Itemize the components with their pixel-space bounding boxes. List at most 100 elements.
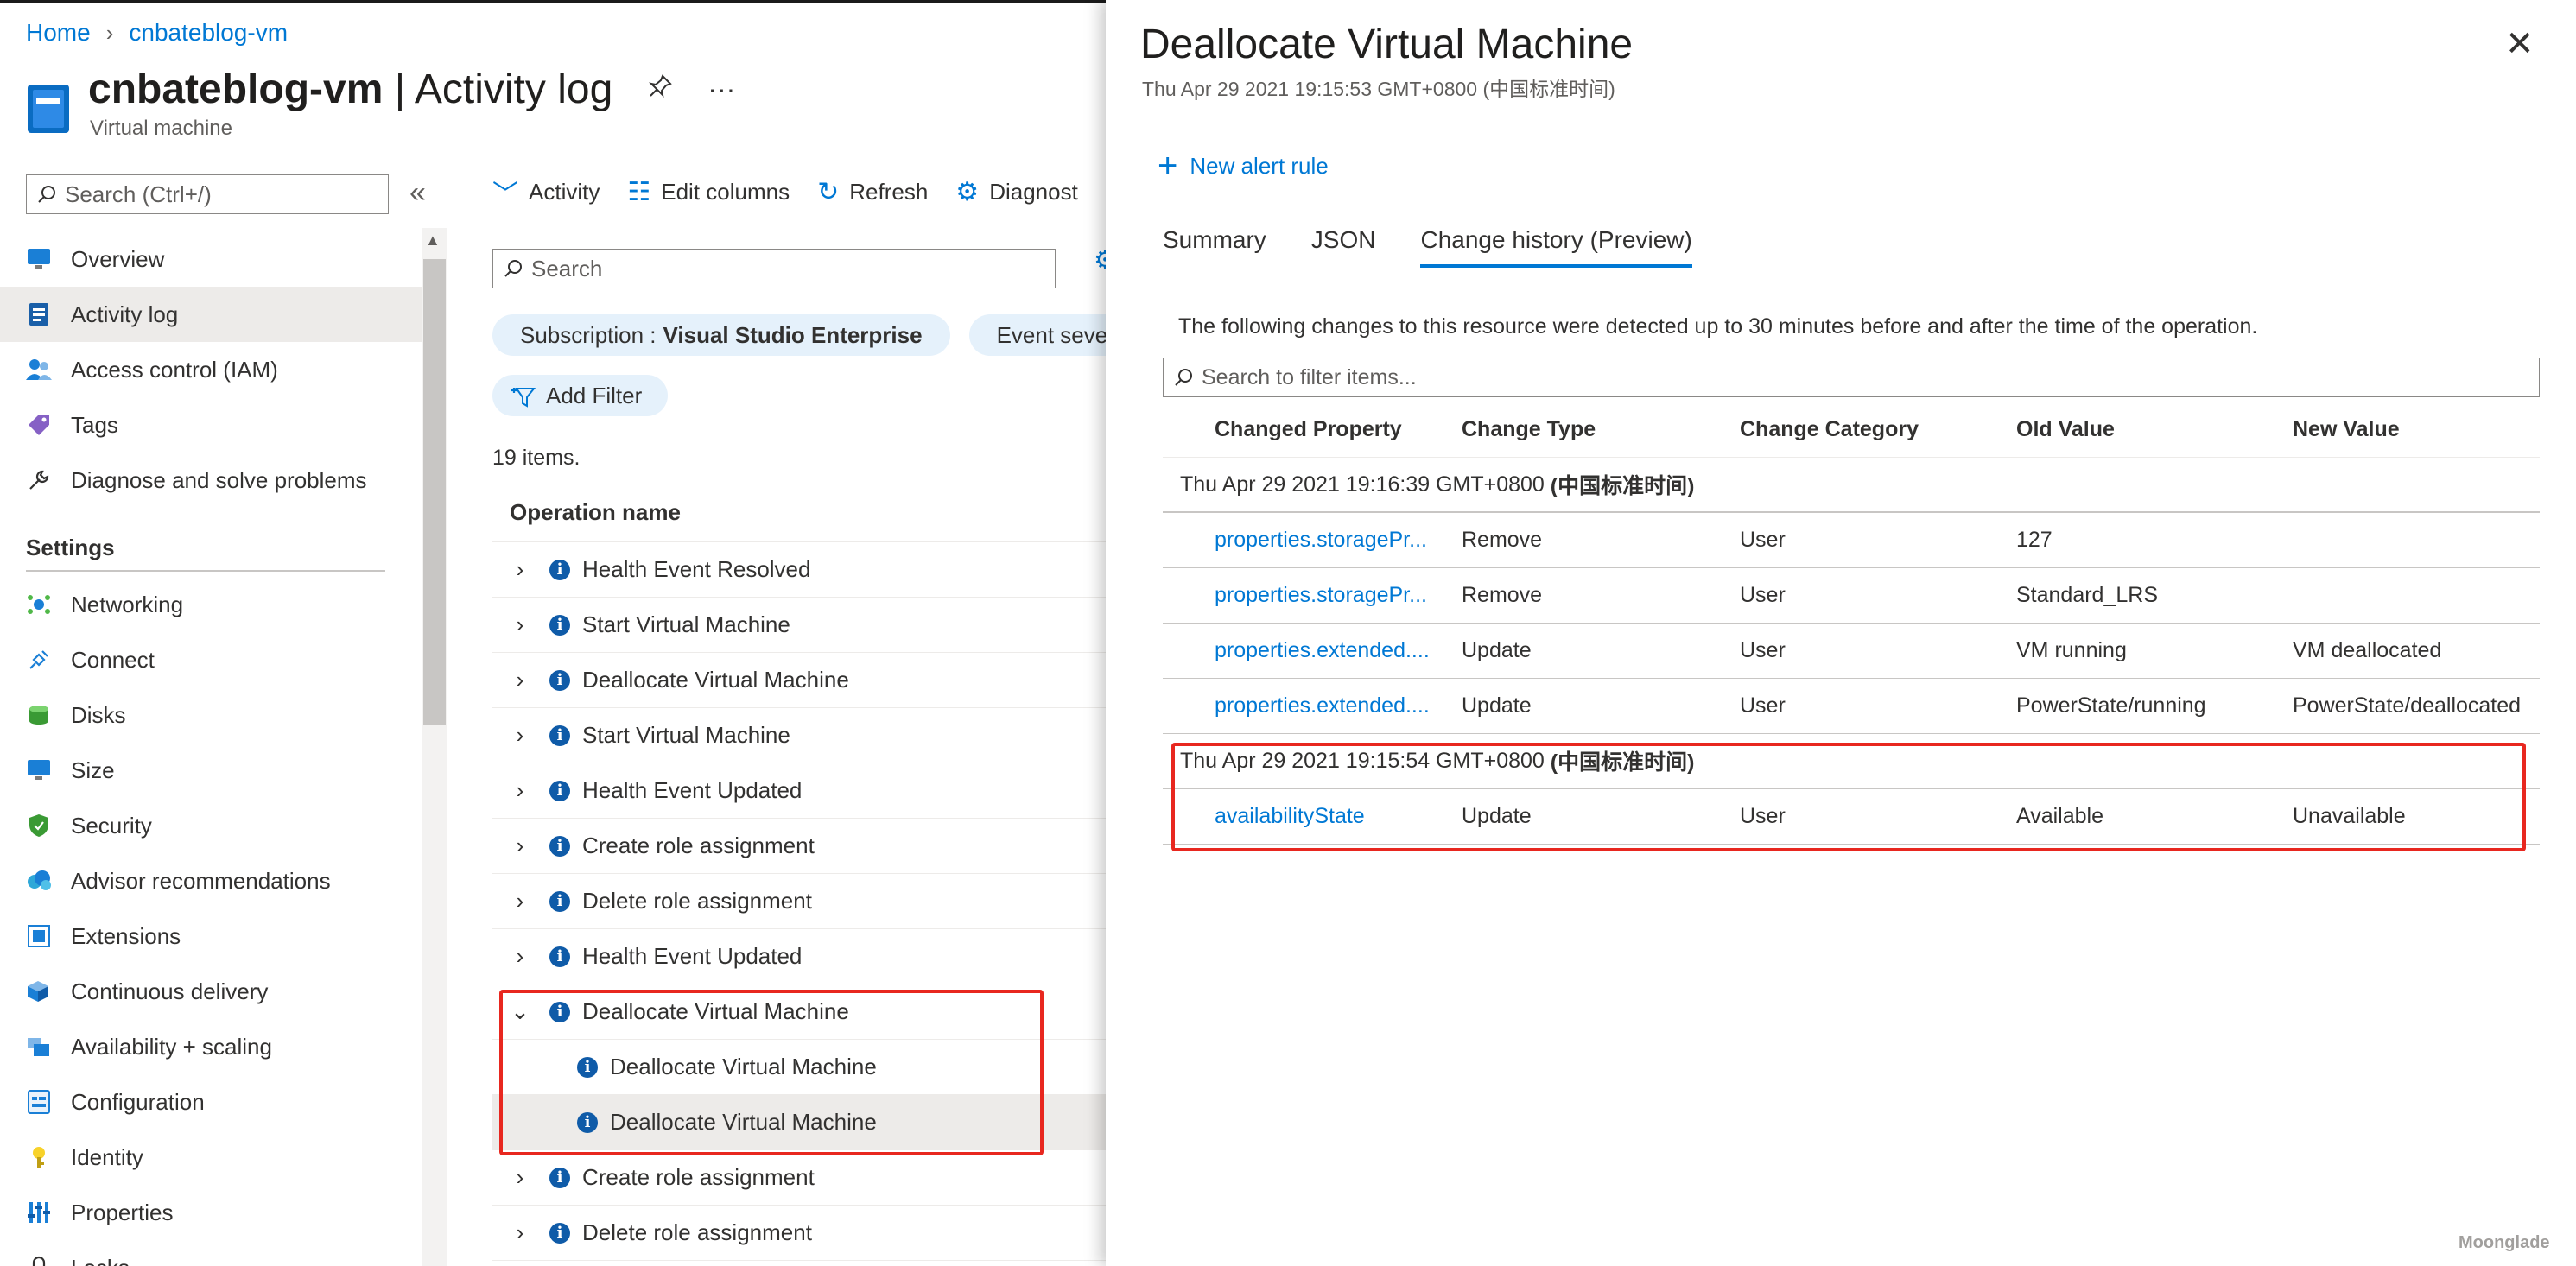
table-row[interactable]: › i Health Event Resolved [492, 542, 1106, 598]
operation-name: Create role assignment [582, 832, 815, 858]
operation-name: Health Event Updated [582, 777, 803, 803]
sidebar-item-diagnose[interactable]: Diagnose and solve problems [0, 453, 422, 508]
sidebar-item-properties[interactable]: Properties [0, 1185, 422, 1240]
tab-summary[interactable]: Summary [1163, 226, 1266, 268]
operation-name: Delete role assignment [582, 888, 812, 914]
sidebar-item-label: Connect [71, 646, 155, 673]
event-severity-filter-pill[interactable]: Event sever [968, 314, 1106, 356]
chevron-right-icon[interactable]: › [503, 667, 537, 693]
breadcrumb-home[interactable]: Home [26, 19, 91, 47]
sidebar-item-extensions[interactable]: Extensions [0, 908, 422, 964]
operation-name-column-header[interactable]: Operation name [492, 484, 1106, 542]
chevron-right-icon[interactable]: › [503, 611, 537, 638]
page-header: cnbateblog-vm | Activity log ··· Virtual… [26, 66, 735, 141]
scroll-up-arrow-icon[interactable]: ▲ [425, 231, 441, 250]
table-row[interactable]: › i Start Virtual Machine [492, 598, 1106, 653]
tab-change-history[interactable]: Change history (Preview) [1420, 226, 1692, 268]
highlight-box-changes [1171, 743, 2526, 851]
activity-button[interactable]: ﹀ Activity [492, 173, 600, 211]
sidebar-item-connect[interactable]: Connect [0, 632, 422, 687]
sidebar-item-configuration[interactable]: Configuration [0, 1074, 422, 1130]
change-type: Update [1462, 693, 1532, 718]
changed-property-link[interactable]: properties.extended.... [1163, 693, 1462, 718]
more-options-icon[interactable]: ··· [707, 73, 735, 105]
sidebar-item-networking[interactable]: Networking [0, 577, 422, 632]
chevron-right-icon[interactable]: › [503, 943, 537, 970]
diagnostics-button[interactable]: ⚙ Diagnost [955, 177, 1078, 207]
chevron-right-icon[interactable]: › [503, 722, 537, 749]
panel-timestamp: Thu Apr 29 2021 19:15:53 GMT+0800 (中国标准时… [1142, 78, 1615, 100]
table-row[interactable]: › i Delete role assignment [492, 874, 1106, 929]
sidebar-item-advisor[interactable]: Advisor recommendations [0, 853, 422, 908]
change-table-header: Changed Property Change Type Change Cate… [1163, 402, 2540, 458]
edit-columns-label: Edit columns [661, 178, 790, 205]
sidebar-item-tags[interactable]: Tags [0, 397, 422, 453]
chevron-right-icon[interactable]: › [503, 556, 537, 583]
gear-icon: ⚙ [955, 177, 980, 206]
chevron-right-icon[interactable]: › [503, 1164, 537, 1191]
add-filter-button[interactable]: Add Filter [492, 375, 669, 416]
sidebar-item-availability[interactable]: Availability + scaling [0, 1019, 422, 1074]
sidebar-item-label: Access control (IAM) [71, 356, 278, 383]
table-row[interactable]: › i Create role assignment [492, 819, 1106, 874]
tab-json[interactable]: JSON [1311, 226, 1376, 268]
changed-property-link[interactable]: properties.storagePr... [1163, 528, 1462, 553]
sidebar-item-overview[interactable]: Overview [0, 231, 422, 287]
changed-property-link[interactable]: properties.extended.... [1163, 638, 1462, 663]
advisor-icon [26, 868, 52, 894]
table-row[interactable]: › i Start Virtual Machine [492, 708, 1106, 763]
table-row[interactable]: › i Health Event Updated [492, 763, 1106, 819]
sidebar-search-input[interactable]: Search (Ctrl+/) [26, 174, 389, 214]
chevron-right-icon[interactable]: › [503, 832, 537, 859]
sidebar-item-identity[interactable]: Identity [0, 1130, 422, 1185]
sidebar-item-security[interactable]: Security [0, 798, 422, 853]
sidebar-item-label: Configuration [71, 1088, 205, 1115]
items-count: 19 items. [492, 446, 581, 470]
column-header-changed-property[interactable]: Changed Property [1163, 417, 1462, 442]
subscription-filter-pill[interactable]: Subscription : Visual Studio Enterprise [492, 314, 950, 356]
close-icon[interactable]: ✕ [2505, 24, 2535, 64]
sidebar-item-access-control[interactable]: Access control (IAM) [0, 342, 422, 397]
info-icon: i [549, 725, 570, 746]
old-value: PowerState/running [2016, 693, 2206, 718]
availability-icon [26, 1034, 52, 1060]
sidebar-scrollbar-thumb[interactable] [423, 259, 446, 725]
pin-icon[interactable] [647, 73, 673, 106]
table-row: properties.storagePr... Remove User Stan… [1163, 568, 2540, 624]
column-header-new-value[interactable]: New Value [2293, 417, 2540, 442]
sidebar-item-label: Availability + scaling [71, 1033, 272, 1060]
activity-search-input[interactable]: Search [492, 249, 1056, 288]
edit-columns-button[interactable]: ☷ Edit columns [627, 177, 790, 207]
old-value: VM running [2016, 638, 2127, 662]
column-header-change-type[interactable]: Change Type [1462, 417, 1740, 442]
sidebar-item-locks[interactable]: Locks [0, 1240, 422, 1266]
sidebar-item-size[interactable]: Size [0, 743, 422, 798]
operation-name: Create role assignment [582, 1164, 815, 1190]
refresh-button[interactable]: ↻ Refresh [817, 177, 928, 207]
sidebar-item-continuous-delivery[interactable]: Continuous delivery [0, 964, 422, 1019]
column-header-change-category[interactable]: Change Category [1740, 417, 2016, 442]
breadcrumb-vm[interactable]: cnbateblog-vm [129, 19, 288, 47]
table-row[interactable]: › i Create role assignment [492, 1150, 1106, 1206]
sidebar-item-disks[interactable]: Disks [0, 687, 422, 743]
changed-property-link[interactable]: properties.storagePr... [1163, 583, 1462, 608]
table-row[interactable]: › i Health Event Updated [492, 929, 1106, 984]
resource-type: Virtual machine [90, 117, 232, 140]
change-group-date: Thu Apr 29 2021 19:16:39 GMT+0800 [1180, 472, 1545, 497]
search-icon [1175, 369, 1192, 386]
change-type: Remove [1462, 583, 1543, 607]
table-row[interactable]: › i Deallocate Virtual Machine [492, 653, 1106, 708]
table-row[interactable]: › i Delete role assignment [492, 1206, 1106, 1261]
sidebar-item-activity-log[interactable]: Activity log [0, 287, 422, 342]
change-history-description: The following changes to this resource w… [1178, 314, 2258, 339]
chevron-right-icon[interactable]: › [503, 1219, 537, 1246]
column-header-old-value[interactable]: Old Value [2016, 417, 2293, 442]
filter-items-input[interactable]: Search to filter items... [1163, 358, 2540, 397]
chevron-right-icon[interactable]: › [503, 888, 537, 915]
chevron-right-icon[interactable]: › [503, 777, 537, 804]
change-type: Update [1462, 638, 1532, 662]
collapse-sidebar-icon[interactable]: « [409, 176, 426, 210]
new-alert-rule-button[interactable]: + New alert rule [1158, 147, 1329, 186]
title-separator: | [394, 66, 406, 112]
shield-icon [26, 813, 52, 839]
